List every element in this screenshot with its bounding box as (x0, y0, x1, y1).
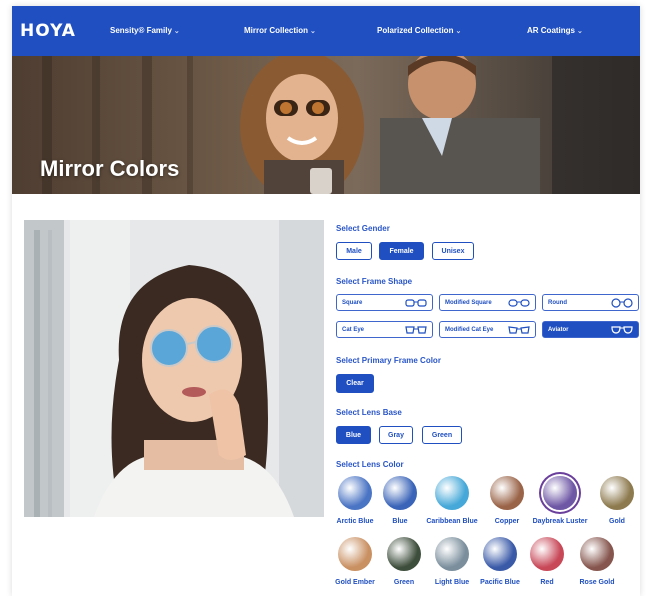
nav-item-sensity-family[interactable]: Sensity® Family ⌄ (110, 26, 180, 35)
chevron-down-icon: ⌄ (577, 28, 583, 35)
glasses-icon (611, 297, 633, 308)
lens-color-swatch[interactable] (543, 476, 577, 510)
lens-color-label: Caribbean Blue (426, 518, 478, 525)
hoya-logo[interactable]: HOYA (20, 21, 76, 41)
glasses-icon (508, 298, 530, 307)
page-title: Mirror Colors (40, 156, 180, 181)
nav-item-mirror-collection[interactable]: Mirror Collection ⌄ (244, 26, 316, 35)
lens-color-blue[interactable]: Blue (370, 476, 430, 525)
frame-shape-modified-square[interactable]: Modified Square (439, 294, 536, 311)
frame-shape-label: Cat Eye (342, 326, 365, 333)
glasses-icon (611, 325, 633, 334)
lens-base-green-button[interactable]: Green (422, 426, 462, 444)
frame-shape-aviator[interactable]: Aviator (542, 321, 639, 338)
lens-color-label: Daybreak Luster (532, 518, 588, 525)
gender-unisex-button[interactable]: Unisex (432, 242, 474, 260)
lens-color-label: Rose Gold (579, 579, 615, 586)
lens-color-swatch[interactable] (387, 537, 421, 571)
select-lens-color-label: Select Lens Color (336, 460, 404, 469)
frame-color-clear-button[interactable]: Clear (336, 374, 374, 393)
gender-male-button[interactable]: Male (336, 242, 372, 260)
glasses-icon (508, 325, 530, 334)
select-frame-shape-label: Select Frame Shape (336, 277, 413, 286)
lens-base-gray-button[interactable]: Gray (379, 426, 413, 444)
model-image (24, 220, 324, 517)
frame-shape-label: Square (342, 299, 363, 306)
frame-shape-round[interactable]: Round (542, 294, 639, 311)
lens-color-swatch[interactable] (530, 537, 564, 571)
model-photo (24, 220, 324, 517)
glasses-icon (405, 325, 427, 334)
lens-color-swatch[interactable] (435, 537, 469, 571)
select-frame-color-label: Select Primary Frame Color (336, 356, 441, 365)
lens-color-copper[interactable]: Copper (477, 476, 537, 525)
frame-shape-cat-eye[interactable]: Cat Eye (336, 321, 433, 338)
lens-color-caribbean-blue[interactable]: Caribbean Blue (422, 476, 482, 525)
page-frame: HOYA Sensity® Family ⌄ Mirror Collection ⌄… (12, 6, 640, 596)
lens-color-swatch[interactable] (435, 476, 469, 510)
lens-color-swatch[interactable] (383, 476, 417, 510)
lens-color-rose-gold[interactable]: Rose Gold (567, 537, 627, 586)
frame-shape-label: Modified Square (445, 299, 492, 306)
lens-base-blue-button[interactable]: Blue (336, 426, 371, 444)
frame-shape-label: Round (548, 299, 567, 306)
frame-shape-modified-cat-eye[interactable]: Modified Cat Eye (439, 321, 536, 338)
hero-banner: Mirror Colors (12, 56, 640, 194)
select-gender-label: Select Gender (336, 224, 390, 233)
lens-color-swatch[interactable] (338, 476, 372, 510)
frame-shape-label: Aviator (548, 326, 569, 333)
lens-color-swatch[interactable] (483, 537, 517, 571)
lens-color-label: Blue (392, 518, 408, 525)
top-nav: HOYA Sensity® Family ⌄ Mirror Collection ⌄… (12, 6, 640, 56)
nav-item-polarized-collection[interactable]: Polarized Collection ⌄ (377, 26, 461, 35)
lens-color-swatch[interactable] (580, 537, 614, 571)
lens-color-gold[interactable]: Gold (587, 476, 640, 525)
lens-color-daybreak-luster[interactable]: Daybreak Luster (530, 476, 590, 525)
lens-color-label: Copper (494, 518, 520, 525)
frame-shape-square[interactable]: Square (336, 294, 433, 311)
lens-color-swatch[interactable] (600, 476, 634, 510)
chevron-down-icon: ⌄ (173, 28, 180, 35)
lens-color-swatch[interactable] (338, 537, 372, 571)
select-lens-base-label: Select Lens Base (336, 408, 402, 417)
chevron-down-icon: ⌄ (455, 28, 462, 35)
frame-shape-label: Modified Cat Eye (445, 326, 494, 333)
lens-color-label: Gold (609, 518, 625, 525)
gender-female-button[interactable]: Female (379, 242, 424, 260)
lens-color-swatch[interactable] (490, 476, 524, 510)
nav-item-ar-coatings[interactable]: AR Coatings ⌄ (527, 26, 583, 35)
glasses-icon (405, 298, 427, 307)
chevron-down-icon: ⌄ (310, 28, 316, 35)
